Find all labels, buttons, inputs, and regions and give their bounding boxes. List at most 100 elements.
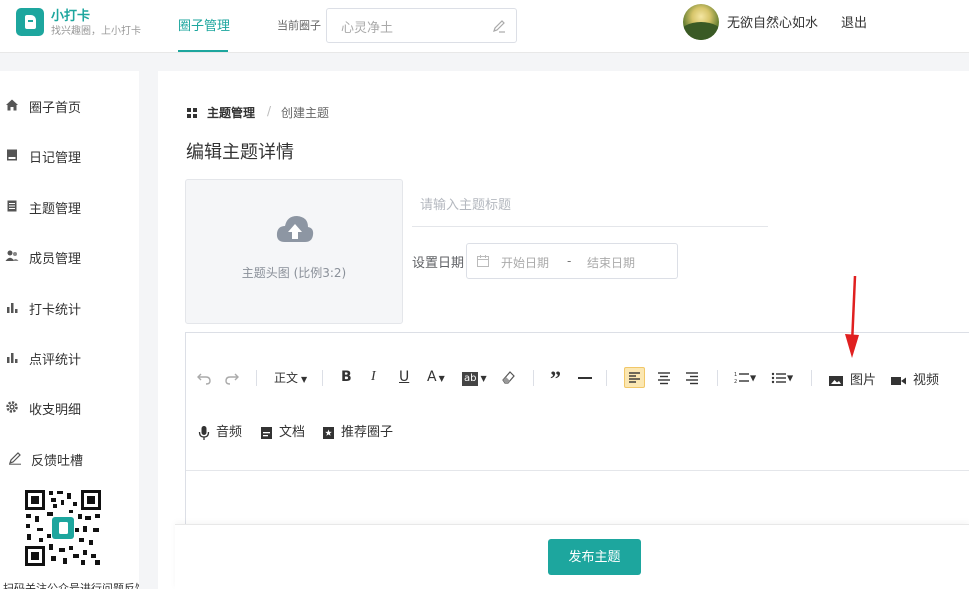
insert-document-button[interactable]: 文档 [260, 421, 305, 440]
underline-icon[interactable]: U [399, 369, 409, 385]
qr-code-image [23, 488, 103, 568]
cover-upload-label: 主题头图 (比例3:2) [241, 266, 347, 280]
sidebar-item-label: 圈子首页 [29, 101, 82, 116]
bookmark-star-icon [323, 426, 334, 439]
sidebar-item-finance[interactable]: 收支明细 [0, 394, 139, 422]
breadcrumb-separator: / [267, 104, 272, 118]
bar-chart-icon [7, 353, 18, 363]
current-circle-label: 当前圈子 [277, 19, 321, 32]
date-label: 设置日期 [412, 256, 465, 271]
insert-image-button[interactable]: 图片 [828, 369, 876, 388]
sidebar-item-label: 反馈吐槽 [31, 454, 84, 469]
video-camera-icon [891, 376, 906, 385]
topic-title-input[interactable] [412, 181, 768, 227]
font-color-icon[interactable]: A ▼ [427, 369, 445, 385]
home-icon [6, 99, 18, 111]
insert-audio-label: 音频 [216, 425, 243, 440]
quote-icon[interactable]: ” [550, 366, 561, 392]
paragraph-format-value: 正文 [274, 371, 299, 385]
horizontal-rule-icon[interactable] [578, 377, 592, 379]
toolbar-bottom-border [186, 470, 969, 471]
align-right-icon[interactable] [684, 370, 700, 386]
sidebar-item-feedback[interactable]: 反馈吐槽 [0, 445, 139, 473]
insert-document-label: 文档 [279, 425, 306, 440]
recommend-circle-label: 推荐圈子 [341, 425, 394, 440]
top-bar: 小打卡 找兴趣圈，上小打卡 圈子管理 当前圈子 心灵净土 无欲自然心如水 退出 [0, 0, 969, 53]
grid-icon [187, 108, 197, 118]
sidebar-item-circle-home[interactable]: 圈子首页 [0, 92, 139, 120]
annotation-arrow-icon [845, 276, 859, 358]
svg-text:1: 1 [734, 372, 737, 378]
svg-text:2: 2 [734, 379, 737, 385]
cloud-upload-icon [276, 216, 314, 242]
toolbar-divider [322, 370, 323, 386]
paragraph-format-select[interactable]: 正文 ▼ [274, 369, 307, 386]
sidebar-item-review-stats[interactable]: 点评统计 [0, 344, 139, 372]
sidebar-item-label: 收支明细 [29, 403, 82, 418]
brand-tagline: 找兴趣圈，上小打卡 [51, 26, 141, 37]
members-icon [5, 250, 19, 261]
qr-caption: 扫码关注公众号进行问题反馈 [3, 582, 139, 589]
insert-video-label: 视频 [913, 373, 940, 388]
end-date-input[interactable]: 结束日期 [587, 254, 635, 271]
sidebar-item-label: 日记管理 [29, 151, 82, 166]
toolbar-divider [811, 370, 812, 386]
undo-icon[interactable] [196, 370, 212, 386]
sidebar: 圈子首页 日记管理 主题管理 成员管理 打卡统计 点评统计 收支明细 反馈吐槽 [0, 71, 139, 589]
username[interactable]: 无欲自然心如水 [727, 12, 818, 31]
insert-image-label: 图片 [850, 373, 877, 388]
sidebar-item-diary[interactable]: 日记管理 [0, 142, 139, 170]
calendar-icon [477, 255, 489, 267]
publish-topic-button[interactable]: 发布主题 [548, 539, 641, 575]
toolbar-divider [717, 370, 718, 386]
insert-audio-button[interactable]: 音频 [198, 421, 242, 441]
toolbar-divider [256, 370, 257, 386]
sidebar-item-label: 主题管理 [29, 202, 82, 217]
gear-icon [6, 401, 18, 413]
sidebar-item-topics[interactable]: 主题管理 [0, 193, 139, 221]
pen-icon [9, 452, 21, 465]
topic-title-field [412, 181, 768, 227]
bold-icon[interactable]: B [341, 369, 352, 385]
tab-circle-management[interactable]: 圈子管理 [178, 15, 230, 34]
breadcrumb-parent[interactable]: 主题管理 [207, 104, 255, 121]
logout-link[interactable]: 退出 [841, 12, 867, 31]
bar-chart-icon [7, 303, 18, 313]
avatar[interactable] [683, 4, 719, 40]
align-left-icon[interactable] [624, 367, 645, 388]
toolbar-divider [606, 370, 607, 386]
sidebar-item-checkin-stats[interactable]: 打卡统计 [0, 294, 139, 322]
italic-icon[interactable]: I [371, 369, 376, 385]
edit-pencil-icon[interactable] [491, 18, 507, 34]
highlight-color-icon[interactable]: ab ▼ [462, 370, 487, 386]
book-icon [7, 149, 17, 161]
microphone-icon [198, 425, 210, 440]
active-tab-indicator [178, 50, 228, 52]
sidebar-item-label: 成员管理 [29, 252, 82, 267]
sidebar-item-label: 点评统计 [29, 353, 82, 368]
recommend-circle-button[interactable]: 推荐圈子 [322, 421, 393, 440]
bullet-list-icon[interactable]: ▼ [771, 370, 793, 386]
current-circle-field[interactable]: 心灵净土 [326, 8, 517, 43]
date-range-separator: - [567, 254, 572, 268]
document-icon [7, 200, 17, 212]
insert-video-button[interactable]: 视频 [890, 369, 939, 388]
current-circle-value: 心灵净土 [341, 21, 394, 36]
document-icon [261, 426, 272, 439]
sidebar-item-label: 打卡统计 [29, 303, 82, 318]
logo-icon [16, 8, 44, 36]
dropdown-caret-icon: ▼ [301, 375, 308, 384]
rich-text-editor[interactable]: 正文 ▼ B I U A ▼ ab ▼ ” 1 2 ▼ ▼ 图片 视频 音频 文档 推荐圈… [185, 332, 969, 532]
date-range-picker[interactable]: 开始日期 - 结束日期 [466, 243, 678, 279]
start-date-input[interactable]: 开始日期 [501, 254, 549, 271]
image-icon [829, 375, 843, 386]
breadcrumb-current: 创建主题 [281, 106, 330, 120]
ordered-list-icon[interactable]: 1 2 ▼ [734, 370, 756, 386]
redo-icon[interactable] [224, 370, 240, 386]
toolbar-divider [533, 370, 534, 386]
sidebar-item-members[interactable]: 成员管理 [0, 243, 139, 271]
cover-image-upload[interactable]: 主题头图 (比例3:2) [185, 179, 403, 324]
eraser-icon[interactable] [500, 369, 516, 385]
page-title: 编辑主题详情 [186, 142, 294, 163]
align-center-icon[interactable] [656, 370, 672, 386]
